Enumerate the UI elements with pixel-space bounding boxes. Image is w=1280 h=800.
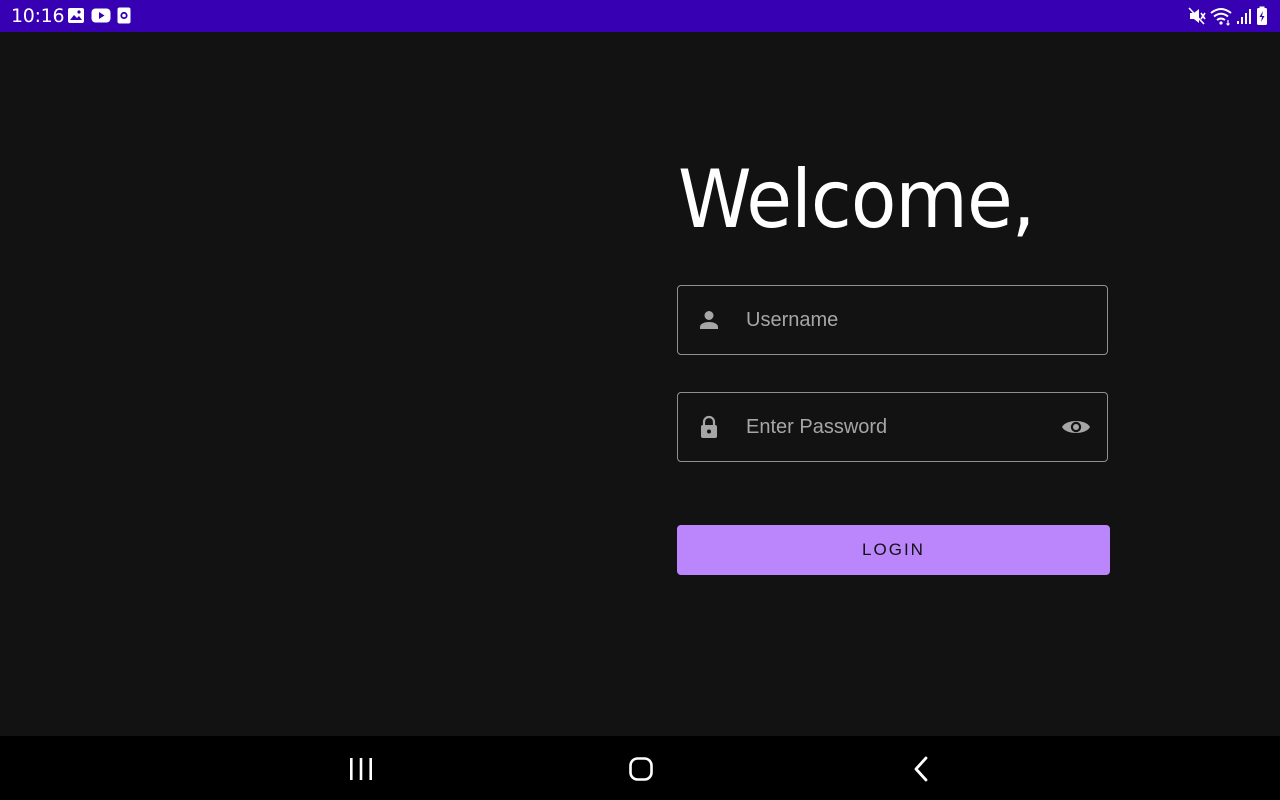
youtube-icon [91,8,111,23]
login-button[interactable]: LOGIN [677,525,1110,575]
person-icon [700,311,718,329]
home-icon[interactable] [623,754,659,784]
image-icon [68,8,84,23]
welcome-title: Welcome, [678,153,1035,246]
login-screen: Welcome, Username Enter Password LOGIN [0,32,1280,736]
status-bar: 10:16 [0,0,1280,32]
username-placeholder: Username [746,309,839,331]
status-system-icons [1188,6,1268,26]
password-placeholder: Enter Password [746,416,888,438]
navigation-bar [0,736,1280,800]
login-button-label: LOGIN [862,540,925,559]
username-field[interactable]: Username [677,285,1108,355]
status-time: 10:16 [11,5,65,27]
wifi-icon [1210,8,1232,26]
status-notification-icons [67,7,131,24]
screen-record-icon [117,7,131,24]
back-icon[interactable] [903,754,939,784]
lock-icon [701,415,717,438]
password-field[interactable]: Enter Password [677,392,1108,462]
mute-icon [1188,7,1206,25]
recents-icon[interactable] [343,754,379,784]
battery-charging-icon [1257,6,1267,25]
signal-icon [1237,9,1251,24]
eye-icon[interactable] [1061,415,1091,439]
